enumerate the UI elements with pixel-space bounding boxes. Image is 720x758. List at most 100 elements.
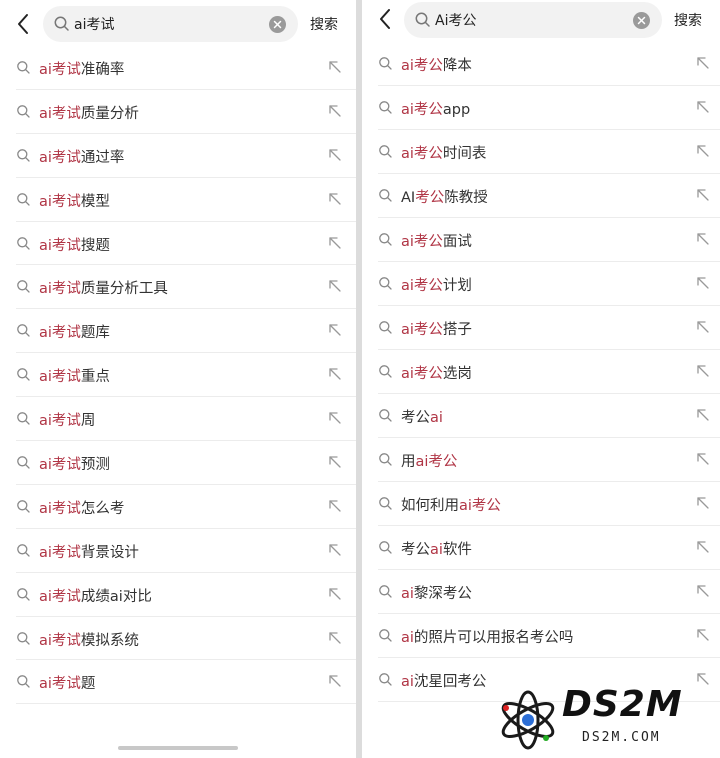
suggestion-row: ai考公计划 <box>378 262 720 306</box>
search-icon <box>379 497 392 510</box>
suggestion-item[interactable]: ai考试模型 <box>0 178 356 222</box>
suggestion-text: ai考试模型 <box>39 190 110 211</box>
suggestion-row: ai考公搭子 <box>378 306 720 350</box>
suggestion-item[interactable]: ai考试搜题 <box>0 222 356 266</box>
clear-input-icon[interactable] <box>633 12 650 29</box>
suggestion-item[interactable]: ai考试背景设计 <box>0 529 356 573</box>
suggestion-row: ai考试背景设计 <box>16 529 356 573</box>
suggestion-item[interactable]: ai考试质量分析 <box>0 90 356 134</box>
suggestion-item[interactable]: ai考公计划 <box>362 262 720 306</box>
fill-query-arrow-icon[interactable] <box>328 192 342 206</box>
back-arrow-icon[interactable] <box>374 5 398 33</box>
search-button[interactable]: 搜索 <box>674 10 702 30</box>
suggestion-item[interactable]: ai黎深考公 <box>362 570 720 614</box>
suggestion-highlight: ai <box>401 674 414 690</box>
suggestion-item[interactable]: ai考公搭子 <box>362 306 720 350</box>
fill-query-arrow-icon[interactable] <box>328 455 342 469</box>
fill-query-arrow-icon[interactable] <box>696 628 710 642</box>
suggestion-item[interactable]: ai考试通过率 <box>0 134 356 178</box>
fill-query-arrow-icon[interactable] <box>696 364 710 378</box>
suggestion-text: 用ai考公 <box>401 450 457 471</box>
fill-query-arrow-icon[interactable] <box>328 499 342 513</box>
fill-query-arrow-icon[interactable] <box>328 323 342 337</box>
search-icon <box>379 453 392 466</box>
fill-query-arrow-icon[interactable] <box>696 144 710 158</box>
search-input[interactable] <box>435 2 626 38</box>
fill-query-arrow-icon[interactable] <box>328 543 342 557</box>
clear-input-icon[interactable] <box>269 16 286 33</box>
fill-query-arrow-icon[interactable] <box>696 276 710 290</box>
suggestion-highlight: ai考公 <box>401 322 443 338</box>
search-icon <box>17 412 30 425</box>
fill-query-arrow-icon[interactable] <box>328 60 342 74</box>
fill-query-arrow-icon[interactable] <box>696 56 710 70</box>
fill-query-arrow-icon[interactable] <box>696 584 710 598</box>
suggestion-suffix: 面试 <box>442 234 472 250</box>
suggestion-item[interactable]: ai考试怎么考 <box>0 485 356 529</box>
suggestion-text: ai考试重点 <box>39 365 110 386</box>
suggestion-item[interactable]: ai考公降本 <box>362 42 720 86</box>
suggestion-item[interactable]: ai考公app <box>362 86 720 130</box>
fill-query-arrow-icon[interactable] <box>328 587 342 601</box>
suggestion-item[interactable]: ai考公时间表 <box>362 130 720 174</box>
fill-query-arrow-icon[interactable] <box>696 188 710 202</box>
back-arrow-icon[interactable] <box>12 10 36 38</box>
search-input[interactable] <box>74 6 262 42</box>
fill-query-arrow-icon[interactable] <box>696 100 710 114</box>
suggestion-item[interactable]: ai考试题库 <box>0 309 356 354</box>
fill-query-arrow-icon[interactable] <box>696 496 710 510</box>
suggestion-highlight: ai考公 <box>401 278 443 294</box>
search-icon <box>17 631 30 645</box>
fill-query-arrow-icon[interactable] <box>328 148 342 162</box>
suggestion-item[interactable]: ai考公面试 <box>362 218 720 262</box>
fill-query-arrow-icon[interactable] <box>696 540 710 554</box>
suggestion-item[interactable]: ai考试质量分析工具 <box>0 265 356 310</box>
fill-query-arrow-icon[interactable] <box>696 452 710 466</box>
search-box[interactable] <box>43 6 298 42</box>
suggestion-item[interactable]: ai考试预测 <box>0 441 356 485</box>
suggestion-item[interactable]: AI考公陈教授 <box>362 174 720 218</box>
fill-query-arrow-icon[interactable] <box>328 631 342 645</box>
suggestion-item[interactable]: ai考试模拟系统 <box>0 617 356 661</box>
fill-query-arrow-icon[interactable] <box>328 279 342 293</box>
suggestion-item[interactable]: ai考试题 <box>0 660 356 705</box>
suggestion-row: ai考试模型 <box>16 178 356 222</box>
search-button[interactable]: 搜索 <box>310 14 338 34</box>
suggestion-item[interactable]: ai考试周 <box>0 397 356 442</box>
suggestion-suffix: 选岗 <box>442 366 472 382</box>
suggestion-highlight: ai考试 <box>39 62 81 78</box>
fill-query-arrow-icon[interactable] <box>328 236 342 250</box>
suggestion-suffix: 计划 <box>442 278 472 294</box>
search-icon <box>17 105 30 118</box>
home-indicator[interactable] <box>118 746 238 750</box>
suggestion-highlight: ai考公 <box>401 366 443 382</box>
suggestion-item[interactable]: 考公ai <box>362 394 720 438</box>
suggestion-item[interactable]: 用ai考公 <box>362 438 720 482</box>
suggestion-item[interactable]: 如何利用ai考公 <box>362 482 720 526</box>
suggestion-item[interactable]: 考公ai软件 <box>362 526 720 570</box>
fill-query-arrow-icon[interactable] <box>328 367 342 381</box>
suggestion-text: ai考试题库 <box>39 321 110 342</box>
fill-query-arrow-icon[interactable] <box>328 104 342 118</box>
suggestion-highlight: 考公 <box>415 190 445 206</box>
suggestion-highlight: ai <box>401 586 414 602</box>
suggestion-item[interactable]: ai考试成绩ai对比 <box>0 573 356 617</box>
suggestion-list: ai考试准确率 ai考试质量分析 ai考试通过率 ai考试模型 ai考试搜题 ai考试质量… <box>0 46 356 705</box>
fill-query-arrow-icon[interactable] <box>696 320 710 334</box>
suggestion-item[interactable]: ai的照片可以用报名考公吗 <box>362 614 720 658</box>
fill-query-arrow-icon[interactable] <box>696 408 710 422</box>
suggestion-text: 考公ai <box>401 406 443 427</box>
suggestion-item[interactable]: ai考公选岗 <box>362 350 720 394</box>
suggestion-item[interactable]: ai考试重点 <box>0 353 356 398</box>
suggestion-highlight: ai <box>430 410 443 426</box>
fill-query-arrow-icon[interactable] <box>328 411 342 425</box>
suggestion-highlight: ai考试 <box>39 237 81 254</box>
fill-query-arrow-icon[interactable] <box>328 674 342 688</box>
fill-query-arrow-icon[interactable] <box>696 232 710 246</box>
search-icon <box>379 189 392 202</box>
suggestion-highlight: ai考公 <box>459 498 501 514</box>
suggestion-text: ai的照片可以用报名考公吗 <box>401 626 573 647</box>
search-icon <box>17 587 30 601</box>
suggestion-item[interactable]: ai考试准确率 <box>0 46 356 90</box>
search-box[interactable] <box>404 2 662 38</box>
